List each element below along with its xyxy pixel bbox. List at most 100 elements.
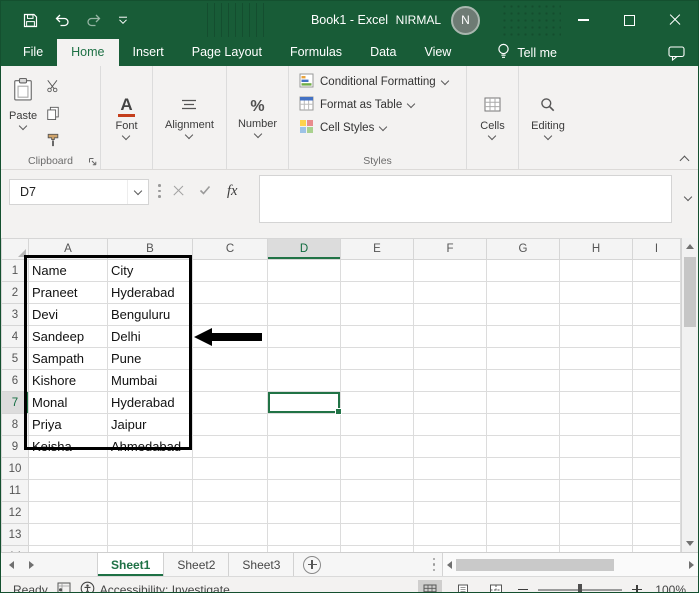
scroll-left-button[interactable] (447, 560, 452, 569)
cell-E5[interactable] (340, 347, 414, 370)
cell-E8[interactable] (340, 413, 414, 436)
customize-quick-access-button[interactable] (118, 16, 128, 25)
user-avatar[interactable]: N (451, 5, 480, 35)
close-button[interactable] (652, 1, 698, 39)
zoom-out-button[interactable] (517, 584, 529, 593)
cell-D13[interactable] (267, 523, 341, 546)
cell-D8[interactable] (267, 413, 341, 436)
cell-I12[interactable] (632, 501, 681, 524)
cell-A4[interactable]: Sandeep (28, 325, 108, 348)
cell-C7[interactable] (192, 391, 268, 414)
cell-F8[interactable] (413, 413, 487, 436)
cell-C3[interactable] (192, 303, 268, 326)
cell-C5[interactable] (192, 347, 268, 370)
clipboard-dialog-launcher[interactable] (88, 157, 97, 166)
enter-button[interactable] (199, 185, 211, 195)
cell-F12[interactable] (413, 501, 487, 524)
cut-button[interactable] (46, 79, 60, 98)
cell-I7[interactable] (632, 391, 681, 414)
cell-I8[interactable] (632, 413, 681, 436)
row-header-10[interactable]: 10 (1, 457, 29, 480)
cell-C8[interactable] (192, 413, 268, 436)
cell-C9[interactable] (192, 435, 268, 458)
cell-A13[interactable] (28, 523, 108, 546)
cell-D4[interactable] (267, 325, 341, 348)
cell-B10[interactable] (107, 457, 193, 480)
redo-button[interactable] (86, 13, 102, 27)
cell-C6[interactable] (192, 369, 268, 392)
page-break-view-button[interactable] (484, 580, 508, 592)
cell-D6[interactable] (267, 369, 341, 392)
sheet-nav-right-button[interactable] (21, 553, 41, 576)
sheet-tab-splitter[interactable] (432, 557, 435, 572)
number-button[interactable]: % Number (238, 98, 277, 138)
cell-C4[interactable] (192, 325, 268, 348)
zoom-slider[interactable] (538, 583, 622, 592)
cell-D10[interactable] (267, 457, 341, 480)
cell-A8[interactable]: Priya (28, 413, 108, 436)
cell-H12[interactable] (559, 501, 633, 524)
cell-G13[interactable] (486, 523, 560, 546)
cell-A6[interactable]: Kishore (28, 369, 108, 392)
cell-C1[interactable] (192, 259, 268, 282)
zoom-in-button[interactable] (631, 584, 643, 592)
cell-G6[interactable] (486, 369, 560, 392)
tab-insert[interactable]: Insert (119, 39, 178, 66)
cell-A1[interactable]: Name (28, 259, 108, 282)
row-header-13[interactable]: 13 (1, 523, 29, 546)
editing-button[interactable]: Editing (531, 97, 565, 140)
tab-formulas[interactable]: Formulas (276, 39, 356, 66)
cell-C2[interactable] (192, 281, 268, 304)
format-as-table-button[interactable]: Format as Table (299, 96, 416, 114)
cell-B5[interactable]: Pune (107, 347, 193, 370)
sheet-nav-left-button[interactable] (1, 553, 21, 576)
column-header-B[interactable]: B (107, 238, 193, 260)
cell-A9[interactable]: Keisha (28, 435, 108, 458)
column-header-D[interactable]: D (267, 238, 341, 260)
cell-H13[interactable] (559, 523, 633, 546)
macro-record-button[interactable] (57, 582, 71, 592)
cell-H14[interactable] (559, 545, 633, 552)
select-all-button[interactable] (1, 238, 29, 260)
cell-F1[interactable] (413, 259, 487, 282)
cell-E12[interactable] (340, 501, 414, 524)
cell-D5[interactable] (267, 347, 341, 370)
minimize-button[interactable] (560, 1, 606, 39)
cell-A12[interactable] (28, 501, 108, 524)
row-header-5[interactable]: 5 (1, 347, 29, 370)
cell-I13[interactable] (632, 523, 681, 546)
cell-E14[interactable] (340, 545, 414, 552)
cell-H4[interactable] (559, 325, 633, 348)
row-header-4[interactable]: 4 (1, 325, 29, 348)
column-header-E[interactable]: E (340, 238, 414, 260)
cell-I4[interactable] (632, 325, 681, 348)
cell-G5[interactable] (486, 347, 560, 370)
cell-H8[interactable] (559, 413, 633, 436)
tab-view[interactable]: View (410, 39, 465, 66)
cell-B13[interactable] (107, 523, 193, 546)
row-header-8[interactable]: 8 (1, 413, 29, 436)
cell-H2[interactable] (559, 281, 633, 304)
save-button[interactable] (23, 13, 38, 28)
cell-E4[interactable] (340, 325, 414, 348)
cell-B8[interactable]: Jaipur (107, 413, 193, 436)
cell-G8[interactable] (486, 413, 560, 436)
cell-A10[interactable] (28, 457, 108, 480)
cell-B7[interactable]: Hyderabad (107, 391, 193, 414)
cell-A14[interactable] (28, 545, 108, 552)
row-header-11[interactable]: 11 (1, 479, 29, 502)
horizontal-scrollbar[interactable] (442, 553, 698, 576)
cell-B3[interactable]: Benguluru (107, 303, 193, 326)
zoom-slider-thumb[interactable] (578, 583, 582, 592)
cell-H11[interactable] (559, 479, 633, 502)
new-sheet-button[interactable] (303, 555, 322, 574)
account-area[interactable]: NIRMAL N (396, 5, 480, 35)
cell-A5[interactable]: Sampath (28, 347, 108, 370)
cancel-button[interactable] (173, 185, 184, 196)
cell-H6[interactable] (559, 369, 633, 392)
column-header-H[interactable]: H (559, 238, 633, 260)
paste-button[interactable]: Paste (9, 71, 37, 152)
maximize-button[interactable] (606, 1, 652, 39)
cell-E1[interactable] (340, 259, 414, 282)
cells-button[interactable]: Cells (480, 97, 505, 140)
